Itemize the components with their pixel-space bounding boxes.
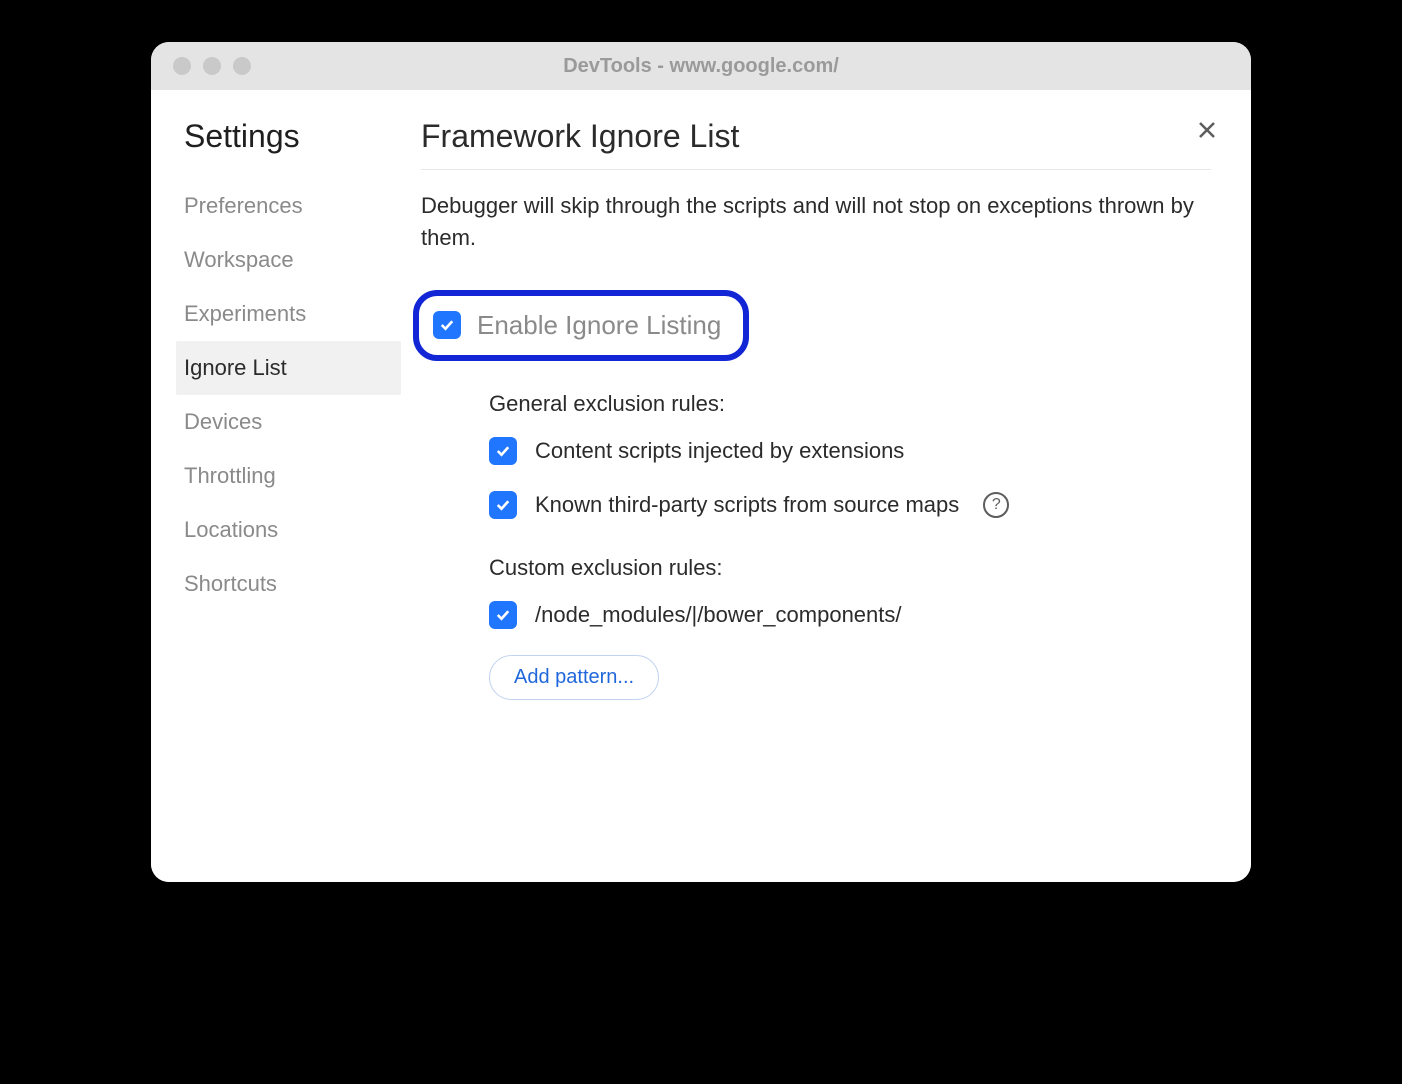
- checkmark-icon: [494, 606, 512, 624]
- general-rule-1-checkbox[interactable]: [489, 491, 517, 519]
- traffic-lights: [151, 57, 251, 75]
- sidebar-item-shortcuts[interactable]: Shortcuts: [176, 557, 401, 611]
- traffic-light-close[interactable]: [173, 57, 191, 75]
- checkmark-icon: [438, 316, 456, 334]
- settings-main: Framework Ignore List Debugger will skip…: [401, 90, 1251, 882]
- close-icon: [1195, 118, 1219, 142]
- devtools-settings-window: DevTools - www.google.com/ Settings Pref…: [151, 42, 1251, 882]
- add-pattern-button[interactable]: Add pattern...: [489, 655, 659, 700]
- enable-ignore-checkbox[interactable]: [433, 311, 461, 339]
- general-rule-1-label: Known third-party scripts from source ma…: [535, 492, 959, 518]
- custom-rule-0-label: /node_modules/|/bower_components/: [535, 602, 902, 628]
- sidebar-item-devices[interactable]: Devices: [176, 395, 401, 449]
- settings-sidebar: Settings PreferencesWorkspaceExperiments…: [151, 90, 401, 882]
- help-icon[interactable]: ?: [983, 492, 1009, 518]
- sidebar-item-experiments[interactable]: Experiments: [176, 287, 401, 341]
- settings-content: Settings PreferencesWorkspaceExperiments…: [151, 90, 1251, 882]
- close-button[interactable]: [1193, 116, 1221, 144]
- page-description: Debugger will skip through the scripts a…: [421, 190, 1211, 254]
- custom-rule-0-row: /node_modules/|/bower_components/: [489, 601, 1211, 629]
- general-rule-0-label: Content scripts injected by extensions: [535, 438, 904, 464]
- checkmark-icon: [494, 496, 512, 514]
- page-title: Framework Ignore List: [421, 118, 1211, 170]
- traffic-light-zoom[interactable]: [233, 57, 251, 75]
- sidebar-item-workspace[interactable]: Workspace: [176, 233, 401, 287]
- general-rule-1-row: Known third-party scripts from source ma…: [489, 491, 1211, 519]
- window-title: DevTools - www.google.com/: [151, 55, 1251, 78]
- enable-ignore-highlight: Enable Ignore Listing: [413, 290, 749, 361]
- sidebar-item-ignore-list[interactable]: Ignore List: [176, 341, 401, 395]
- checkmark-icon: [494, 442, 512, 460]
- sidebar-item-throttling[interactable]: Throttling: [176, 449, 401, 503]
- window-titlebar: DevTools - www.google.com/: [151, 42, 1251, 90]
- sidebar-title: Settings: [176, 118, 401, 155]
- general-rule-0-row: Content scripts injected by extensions: [489, 437, 1211, 465]
- custom-exclusion-heading: Custom exclusion rules:: [489, 555, 1211, 581]
- general-exclusion-section: General exclusion rules: Content scripts…: [489, 391, 1211, 519]
- sidebar-item-preferences[interactable]: Preferences: [176, 179, 401, 233]
- custom-exclusion-section: Custom exclusion rules: /node_modules/|/…: [489, 555, 1211, 700]
- traffic-light-minimize[interactable]: [203, 57, 221, 75]
- custom-rule-0-checkbox[interactable]: [489, 601, 517, 629]
- general-rule-0-checkbox[interactable]: [489, 437, 517, 465]
- sidebar-item-locations[interactable]: Locations: [176, 503, 401, 557]
- enable-ignore-label: Enable Ignore Listing: [477, 310, 721, 341]
- general-exclusion-heading: General exclusion rules:: [489, 391, 1211, 417]
